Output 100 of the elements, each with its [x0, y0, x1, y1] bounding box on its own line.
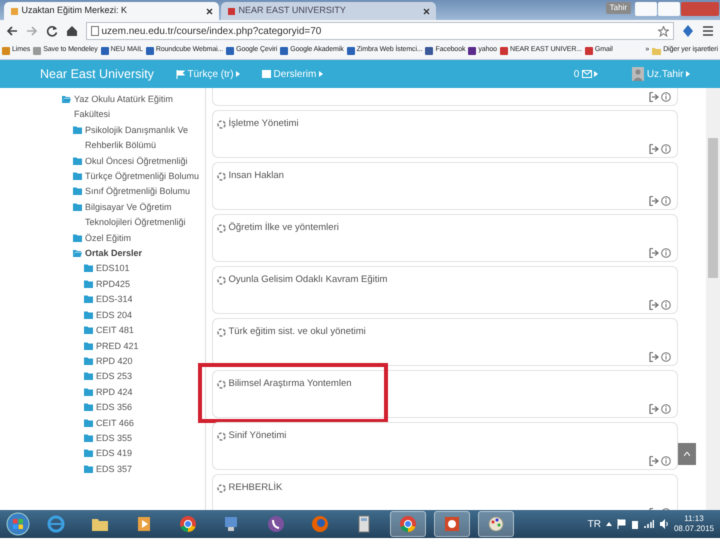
star-icon[interactable]: [658, 26, 669, 36]
course-title[interactable]: Oyunla Gelisim Odaklı Kavram Eğitim: [228, 273, 388, 288]
category-link[interactable]: PRED 421: [96, 338, 139, 354]
enrol-icon[interactable]: [648, 92, 658, 102]
caret-icon: [594, 71, 598, 77]
course-title[interactable]: Insan Haklan: [228, 169, 284, 184]
enrol-icon[interactable]: [648, 352, 658, 362]
page-icon: [227, 6, 236, 16]
caret-icon: [686, 71, 690, 77]
category-link[interactable]: RPD425: [96, 276, 130, 292]
bookmark-icon: [468, 46, 476, 54]
scroll-top-button[interactable]: [678, 443, 696, 465]
round-browser-icon[interactable]: [399, 515, 417, 533]
course-title[interactable]: Sinif Yönetimi: [228, 429, 286, 444]
home-icon[interactable]: [66, 25, 78, 37]
category-link[interactable]: Yaz Okulu Atatürk Eğitim Fakültesi: [74, 92, 205, 123]
enrol-icon[interactable]: [648, 300, 658, 310]
category-link[interactable]: Türkçe Öğretmenliği Bolumu: [85, 169, 200, 184]
close-icon[interactable]: [206, 8, 213, 14]
info-icon[interactable]: [661, 352, 671, 362]
address-field[interactable]: uzem.neu.edu.tr/course/index.php?categoryid=70: [86, 22, 674, 40]
flag-icon: [176, 70, 185, 78]
bookmark-icon: [500, 46, 508, 54]
category-link[interactable]: CEIT 466: [96, 416, 134, 431]
category-link[interactable]: Bilgisayar Ve Öğretim Teknolojileri Öğretmenliği: [85, 200, 205, 231]
course-icon: [217, 328, 226, 337]
start-button[interactable]: [6, 512, 30, 536]
course-title[interactable]: Türk eğitim sist. ve okul yönetimi: [228, 325, 366, 340]
category-link[interactable]: EDS 204: [96, 308, 132, 324]
bookmark-icon: [100, 46, 109, 54]
course-icon: [217, 484, 226, 493]
category-link[interactable]: EDS 357: [96, 462, 132, 478]
course-icon: [217, 120, 226, 129]
course-title[interactable]: İşletme Yönetimi: [228, 117, 299, 132]
info-icon[interactable]: [661, 404, 671, 414]
flag-icon[interactable]: [616, 519, 626, 529]
info-icon[interactable]: [661, 300, 671, 310]
category-link[interactable]: Özel Eğitim: [85, 230, 132, 246]
course-icon: [217, 276, 226, 285]
slides-icon[interactable]: [443, 515, 461, 533]
course-icon: [217, 380, 226, 389]
bookmark-icon: [33, 46, 42, 54]
palette-icon[interactable]: [487, 515, 505, 533]
page-icon: [10, 6, 19, 16]
course-icon: [217, 432, 226, 441]
speaker-icon[interactable]: [658, 519, 669, 529]
course-title[interactable]: Öğretim İlke ve yöntemleri: [228, 221, 339, 236]
info-icon[interactable]: [661, 456, 671, 466]
category-link[interactable]: RPD 424: [96, 384, 133, 400]
category-link[interactable]: EDS 356: [96, 400, 132, 416]
category-link[interactable]: EDS 253: [96, 369, 132, 385]
enrol-icon[interactable]: [648, 196, 658, 206]
phone-bubble-icon[interactable]: [267, 515, 285, 533]
bookmark-icon: [280, 46, 288, 54]
enrol-icon[interactable]: [648, 404, 658, 414]
round-browser-icon[interactable]: [179, 515, 197, 533]
browser-tab[interactable]: NEAR EAST UNIVERSITY: [221, 2, 436, 20]
browser-tab[interactable]: Uzaktan Eğitim Merkezi: K: [4, 2, 219, 20]
mail-icon: [582, 70, 592, 78]
avatar-icon: [632, 67, 644, 81]
bookmark-icon: [346, 46, 355, 54]
user-badge: Tahir: [606, 2, 631, 14]
info-icon[interactable]: [661, 248, 671, 258]
enrol-icon[interactable]: [648, 456, 658, 466]
reload-icon[interactable]: [46, 25, 58, 37]
back-icon[interactable]: [6, 25, 18, 37]
enrol-icon[interactable]: [648, 144, 658, 154]
category-link[interactable]: RPD 420: [96, 354, 133, 370]
bookmark-icon: [2, 46, 10, 54]
clock[interactable]: 11:13 08.07.2015: [674, 514, 714, 534]
caret-up-icon: [684, 452, 690, 456]
caret-icon: [318, 71, 323, 77]
bookmark-icon: [146, 46, 154, 54]
course-title[interactable]: REHBERLİK: [228, 481, 282, 496]
info-icon[interactable]: [661, 144, 671, 154]
menu-icon[interactable]: [702, 25, 714, 37]
play-icon[interactable]: [135, 515, 153, 533]
signal-icon[interactable]: [644, 519, 654, 529]
info-icon[interactable]: [661, 196, 671, 206]
course-title[interactable]: Bilimsel Araştırma Yontemlen: [228, 377, 352, 392]
category-link[interactable]: Sınıf Öğretmenliği Bolumu: [85, 184, 190, 200]
caret-up-icon[interactable]: [606, 522, 612, 526]
category-link[interactable]: CEIT 481: [96, 323, 134, 338]
close-icon[interactable]: [423, 8, 430, 14]
category-link[interactable]: EDS 355: [96, 430, 132, 446]
bookmark-icon: [425, 46, 434, 54]
language-indicator[interactable]: TR: [588, 516, 601, 532]
enrol-icon[interactable]: [648, 248, 658, 258]
category-link[interactable]: EDS 419: [96, 446, 132, 462]
info-icon[interactable]: [661, 92, 671, 102]
category-link[interactable]: EDS-314: [96, 292, 133, 308]
browser-e-icon[interactable]: [47, 515, 65, 533]
category-link[interactable]: EDS101: [96, 261, 130, 277]
bookmark-icon: [584, 46, 593, 54]
category-link[interactable]: Psikolojik Danışmanlık Ve Rehberlik Bölümü: [85, 122, 205, 154]
category-link[interactable]: Okul Öncesi Öğretmenliği: [85, 154, 188, 170]
course-icon: [217, 224, 226, 233]
category-link[interactable]: Ortak Dersler: [85, 246, 142, 262]
scrollbar-thumb[interactable]: [708, 138, 718, 278]
course-icon: [217, 172, 226, 181]
